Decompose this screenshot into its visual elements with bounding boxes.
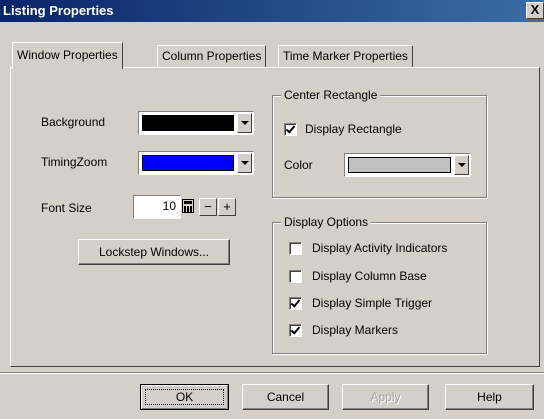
minus-icon: − [204, 199, 212, 214]
window-title: Listing Properties [3, 3, 114, 18]
lockstep-windows-button[interactable]: Lockstep Windows... [78, 239, 230, 265]
plus-icon: + [223, 199, 231, 214]
window-properties-panel: Background TimingZoom Font Size 10 − + L… [10, 67, 540, 367]
background-color-swatch [142, 115, 234, 131]
help-button[interactable]: Help [445, 384, 534, 410]
rectangle-color-swatch [348, 157, 451, 173]
display-options-group: Display Options Display Activity Indicat… [272, 215, 487, 354]
timingzoom-color-swatch [142, 155, 234, 171]
font-size-input[interactable]: 10 [133, 195, 181, 219]
timingzoom-label: TimingZoom [41, 155, 108, 169]
close-icon: X [530, 2, 540, 17]
tab-label: Column Properties [162, 49, 262, 63]
focus-rectangle [145, 389, 224, 405]
group-title: Display Options [281, 215, 372, 229]
group-title: Center Rectangle [281, 88, 381, 102]
apply-button[interactable]: Apply [342, 384, 429, 410]
tab-time-marker-properties[interactable]: Time Marker Properties [278, 45, 413, 67]
chevron-down-icon[interactable] [237, 113, 252, 133]
close-button[interactable]: X [526, 2, 544, 19]
tab-column-properties[interactable]: Column Properties [157, 45, 267, 67]
checkbox-label: Display Markers [312, 323, 399, 337]
display-column-base-checkbox[interactable] [289, 270, 302, 283]
display-activity-indicators-checkbox[interactable] [289, 242, 302, 255]
ok-button[interactable]: OK [140, 384, 229, 410]
background-color-picker[interactable] [138, 111, 254, 135]
decrement-button[interactable]: − [199, 198, 217, 216]
display-markers-checkbox[interactable] [289, 324, 302, 337]
timingzoom-color-picker[interactable] [138, 151, 254, 175]
center-rectangle-group: Center Rectangle Display Rectangle Color [272, 88, 487, 198]
checkbox-label: Display Simple Trigger [312, 296, 433, 310]
color-label: Color [284, 158, 313, 172]
display-rectangle-checkbox[interactable] [284, 123, 297, 136]
chevron-down-icon[interactable] [454, 155, 469, 175]
calculator-button[interactable] [180, 198, 198, 216]
display-simple-trigger-checkbox[interactable] [289, 297, 302, 310]
checkbox-label: Display Activity Indicators [312, 241, 448, 255]
font-size-label: Font Size [41, 201, 92, 215]
cancel-button[interactable]: Cancel [242, 384, 329, 410]
tab-label: Time Marker Properties [283, 49, 408, 63]
calculator-icon [182, 199, 194, 213]
separator [0, 372, 544, 374]
increment-button[interactable]: + [218, 198, 236, 216]
checkbox-label: Display Column Base [312, 269, 427, 283]
background-label: Background [41, 115, 106, 129]
title-bar: Listing Properties X [0, 0, 544, 22]
checkbox-label: Display Rectangle [305, 122, 402, 136]
tab-window-properties[interactable]: Window Properties [12, 42, 123, 69]
chevron-down-icon[interactable] [237, 153, 252, 173]
rectangle-color-picker[interactable] [344, 153, 471, 177]
tab-label: Window Properties [17, 48, 118, 62]
